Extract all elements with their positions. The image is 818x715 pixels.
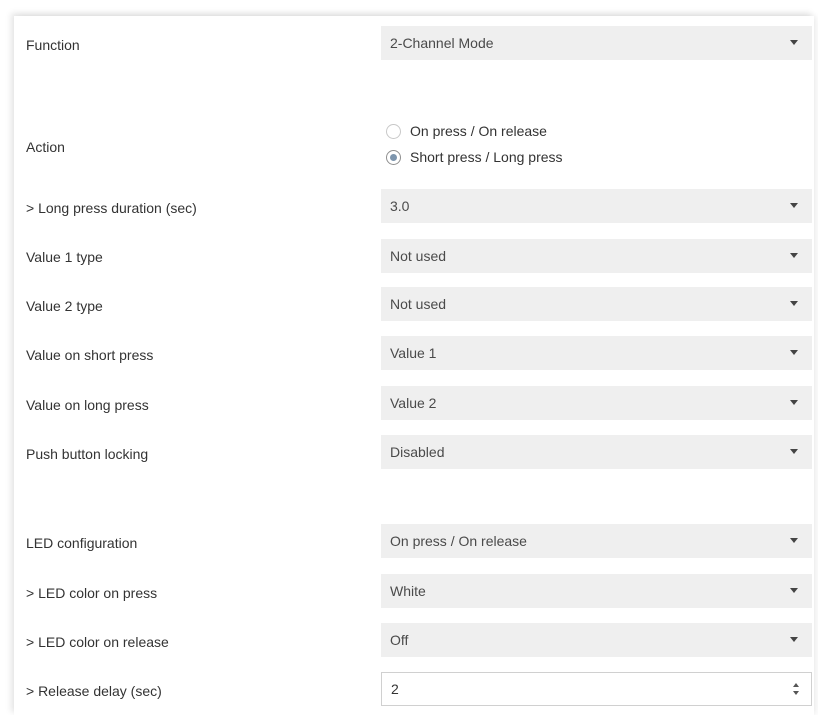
chevron-down-icon — [790, 637, 798, 642]
led-configuration-label: LED configuration — [26, 535, 138, 551]
radio-unchecked-icon — [386, 124, 401, 139]
chevron-down-icon — [790, 40, 798, 45]
release-delay-spinbox[interactable]: 2 — [381, 672, 812, 706]
value-short-press-label: Value on short press — [26, 347, 154, 363]
led-color-release-dropdown[interactable]: Off — [381, 623, 812, 657]
radio-label-short-long: Short press / Long press — [410, 149, 563, 165]
radio-label-on-press: On press / On release — [410, 123, 547, 139]
led-configuration-value: On press / On release — [390, 533, 527, 549]
chevron-down-icon — [790, 538, 798, 543]
chevron-down-icon — [790, 203, 798, 208]
value1-type-value: Not used — [390, 248, 447, 264]
chevron-down-icon — [790, 449, 798, 454]
chevron-down-icon — [790, 301, 798, 306]
action-label: Action — [26, 139, 65, 155]
led-color-press-dropdown[interactable]: White — [381, 574, 812, 608]
radio-checked-icon — [386, 150, 401, 165]
long-press-duration-dropdown[interactable]: 3.0 — [381, 189, 812, 223]
push-button-locking-label: Push button locking — [26, 446, 149, 462]
chevron-down-icon — [790, 400, 798, 405]
value-short-press-value: Value 1 — [390, 345, 437, 361]
function-label: Function — [26, 37, 80, 53]
led-color-press-label: > LED color on press — [26, 585, 158, 601]
spin-down-icon[interactable] — [793, 691, 799, 695]
push-button-locking-value: Disabled — [390, 444, 445, 460]
chevron-down-icon — [790, 253, 798, 258]
function-value: 2-Channel Mode — [390, 35, 494, 51]
value-short-press-dropdown[interactable]: Value 1 — [381, 336, 812, 370]
value1-type-label: Value 1 type — [26, 249, 103, 265]
value-long-press-dropdown[interactable]: Value 2 — [381, 386, 812, 420]
led-color-press-value: White — [390, 583, 426, 599]
value-long-press-value: Value 2 — [390, 395, 437, 411]
push-button-locking-dropdown[interactable]: Disabled — [381, 435, 812, 469]
value1-type-dropdown[interactable]: Not used — [381, 239, 812, 273]
function-dropdown[interactable]: 2-Channel Mode — [381, 26, 812, 60]
led-configuration-dropdown[interactable]: On press / On release — [381, 524, 812, 558]
value2-type-label: Value 2 type — [26, 298, 103, 314]
value2-type-value: Not used — [390, 296, 447, 312]
spin-up-icon[interactable] — [793, 683, 799, 687]
led-color-release-value: Off — [390, 632, 409, 648]
release-delay-label: > Release delay (sec) — [26, 683, 162, 699]
long-press-duration-value: 3.0 — [390, 198, 410, 214]
chevron-down-icon — [790, 588, 798, 593]
chevron-down-icon — [790, 350, 798, 355]
value-long-press-label: Value on long press — [26, 397, 149, 413]
value2-type-dropdown[interactable]: Not used — [381, 287, 812, 321]
led-color-release-label: > LED color on release — [26, 634, 169, 650]
parameters-panel: Function 2-Channel Mode Action On press … — [14, 16, 814, 715]
long-press-duration-label: > Long press duration (sec) — [26, 200, 197, 216]
release-delay-value: 2 — [391, 681, 399, 697]
